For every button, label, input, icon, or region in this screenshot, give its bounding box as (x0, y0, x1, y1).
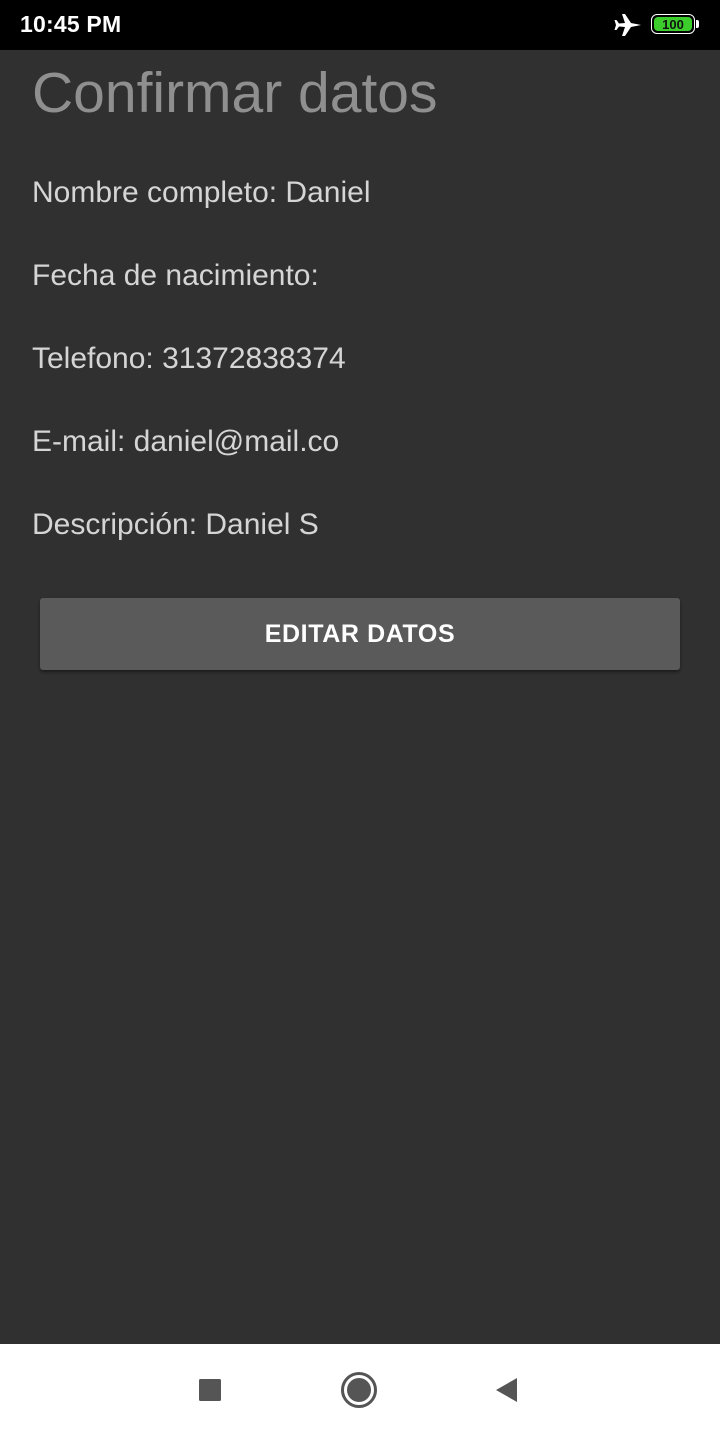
edit-data-button[interactable]: EDITAR DATOS (40, 598, 680, 670)
home-circle-icon (339, 1370, 379, 1415)
description-text: Descripción: Daniel S (32, 508, 319, 541)
birth-date-text: Fecha de nacimiento: (32, 259, 319, 292)
full-name-text: Nombre completo: Daniel (32, 176, 371, 209)
recents-square-icon (198, 1378, 222, 1407)
status-bar: 10:45 PM 100 (0, 0, 720, 50)
confirm-data-screen: Confirmar datos Nombre completo: Daniel … (0, 50, 720, 1344)
page-title: Confirmar datos (32, 61, 438, 125)
battery-icon: 100 (651, 14, 699, 36)
status-time: 10:45 PM (20, 11, 122, 37)
home-button[interactable] (339, 1370, 379, 1415)
recents-button[interactable] (190, 1372, 230, 1412)
back-triangle-icon (492, 1376, 520, 1409)
back-button[interactable] (486, 1372, 526, 1412)
battery-level: 100 (654, 17, 692, 31)
navigation-bar (0, 1344, 720, 1440)
phone-text: Telefono: 31372838374 (32, 342, 346, 375)
email-text: E-mail: daniel@mail.co (32, 425, 340, 458)
airplane-icon (614, 12, 642, 38)
